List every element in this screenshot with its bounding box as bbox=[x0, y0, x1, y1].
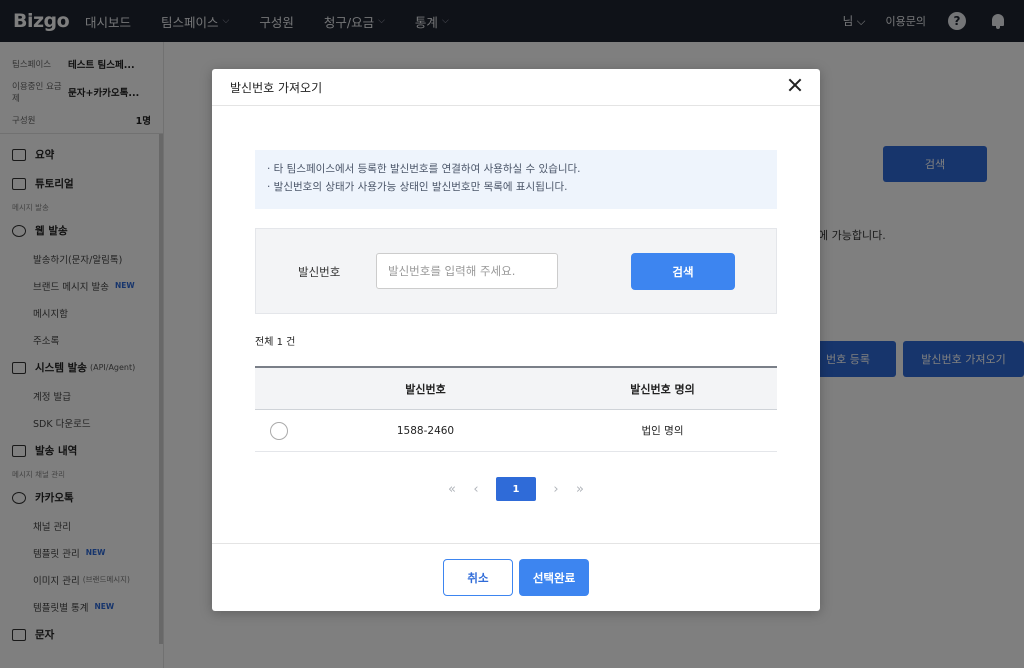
notice-line-2: · 발신번호의 상태가 사용가능 상태인 발신번호만 목록에 표시됩니다. bbox=[267, 181, 568, 193]
pagination: « ‹ 1 › » bbox=[212, 476, 820, 502]
modal-footer: 취소 선택완료 bbox=[212, 543, 820, 611]
header-owner: 발신번호 명의 bbox=[630, 382, 695, 396]
table-row[interactable]: 1588-2460 법인 명의 bbox=[255, 410, 777, 452]
row-owner: 법인 명의 bbox=[641, 425, 684, 437]
next-page-icon[interactable]: › bbox=[544, 482, 568, 497]
search-button[interactable]: 검색 bbox=[631, 253, 735, 290]
cancel-button[interactable]: 취소 bbox=[443, 559, 513, 596]
header-number: 발신번호 bbox=[405, 382, 446, 396]
total-count: 전체 1 건 bbox=[255, 333, 295, 348]
table-header: 발신번호 발신번호 명의 bbox=[255, 366, 777, 410]
close-icon[interactable] bbox=[788, 78, 802, 92]
last-page-icon[interactable]: » bbox=[568, 482, 592, 497]
sender-number-input[interactable] bbox=[376, 253, 558, 289]
import-sender-number-modal: 발신번호 가져오기 · 타 팀스페이스에서 등록한 발신번호를 연결하여 사용하… bbox=[212, 69, 820, 611]
row-select-cell bbox=[255, 421, 303, 440]
modal-title: 발신번호 가져오기 bbox=[230, 80, 323, 95]
current-page[interactable]: 1 bbox=[496, 477, 536, 501]
row-number: 1588-2460 bbox=[396, 424, 455, 437]
prev-page-icon[interactable]: ‹ bbox=[464, 482, 488, 497]
total-suffix: 건 bbox=[286, 337, 296, 348]
first-page-icon[interactable]: « bbox=[440, 482, 464, 497]
notice-box: · 타 팀스페이스에서 등록한 발신번호를 연결하여 사용하실 수 있습니다. … bbox=[255, 150, 777, 209]
confirm-selection-button[interactable]: 선택완료 bbox=[519, 559, 589, 596]
modal-header: 발신번호 가져오기 bbox=[212, 69, 820, 106]
sender-number-table: 발신번호 발신번호 명의 1588-2460 법인 명의 bbox=[255, 366, 777, 452]
total-prefix: 전체 bbox=[255, 337, 274, 348]
notice-line-1: · 타 팀스페이스에서 등록한 발신번호를 연결하여 사용하실 수 있습니다. bbox=[267, 163, 581, 175]
total-number: 1 bbox=[276, 337, 283, 348]
search-label: 발신번호 bbox=[298, 265, 341, 279]
search-panel: 발신번호 검색 bbox=[255, 228, 777, 314]
row-radio[interactable] bbox=[270, 421, 288, 440]
